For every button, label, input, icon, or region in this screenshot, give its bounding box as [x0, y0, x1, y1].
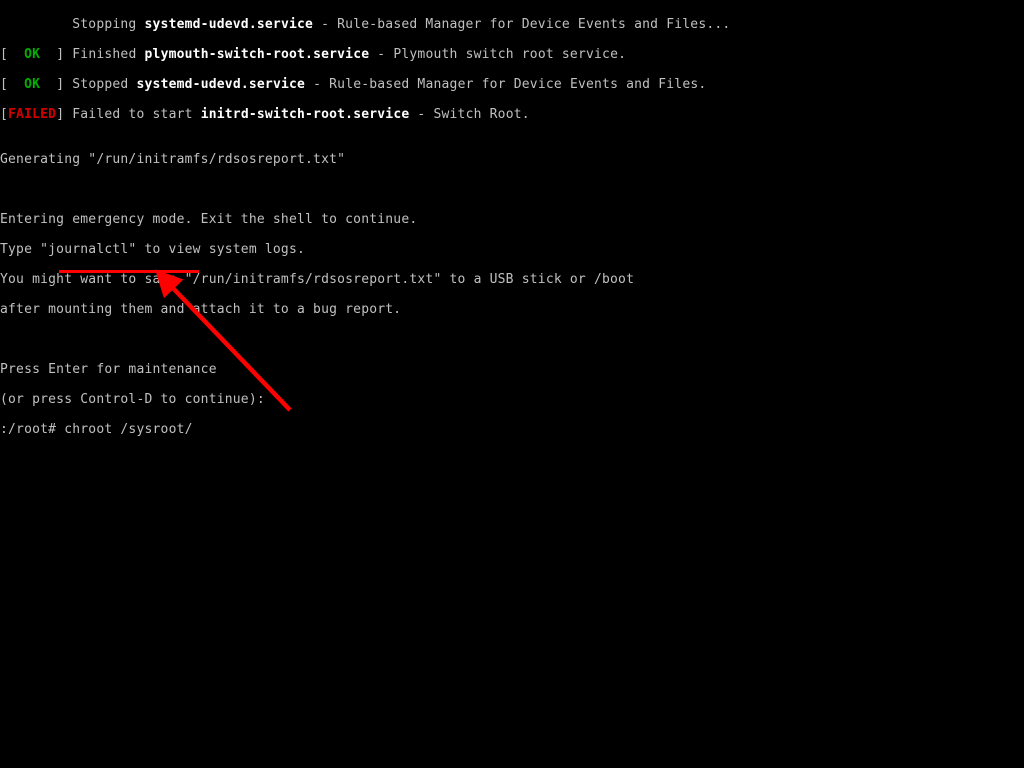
boot-line-stopping: Stopping systemd-udevd.service - Rule-ba… [0, 17, 1024, 32]
terminal-output: Stopping systemd-udevd.service - Rule-ba… [0, 0, 1024, 452]
save-hint-line-1: You might want to save "/run/initramfs/r… [0, 272, 1024, 287]
save-hint-line-2: after mounting them and attach it to a b… [0, 302, 1024, 317]
shell-command: chroot /sysroot/ [64, 422, 192, 437]
annotation-underline [59, 270, 199, 273]
control-d-line: (or press Control-D to continue): [0, 392, 1024, 407]
shell-prompt: :/root# [0, 422, 64, 437]
shell-prompt-line[interactable]: :/root# chroot /sysroot/ [0, 422, 1024, 437]
press-enter-line: Press Enter for maintenance [0, 362, 1024, 377]
boot-line-failed: [FAILED] Failed to start initrd-switch-r… [0, 107, 1024, 122]
journalctl-hint-line: Type "journalctl" to view system logs. [0, 242, 1024, 257]
generating-report-line: Generating "/run/initramfs/rdsosreport.t… [0, 152, 1024, 167]
boot-line-finished: [ OK ] Finished plymouth-switch-root.ser… [0, 47, 1024, 62]
emergency-mode-line: Entering emergency mode. Exit the shell … [0, 212, 1024, 227]
boot-line-stopped: [ OK ] Stopped systemd-udevd.service - R… [0, 77, 1024, 92]
